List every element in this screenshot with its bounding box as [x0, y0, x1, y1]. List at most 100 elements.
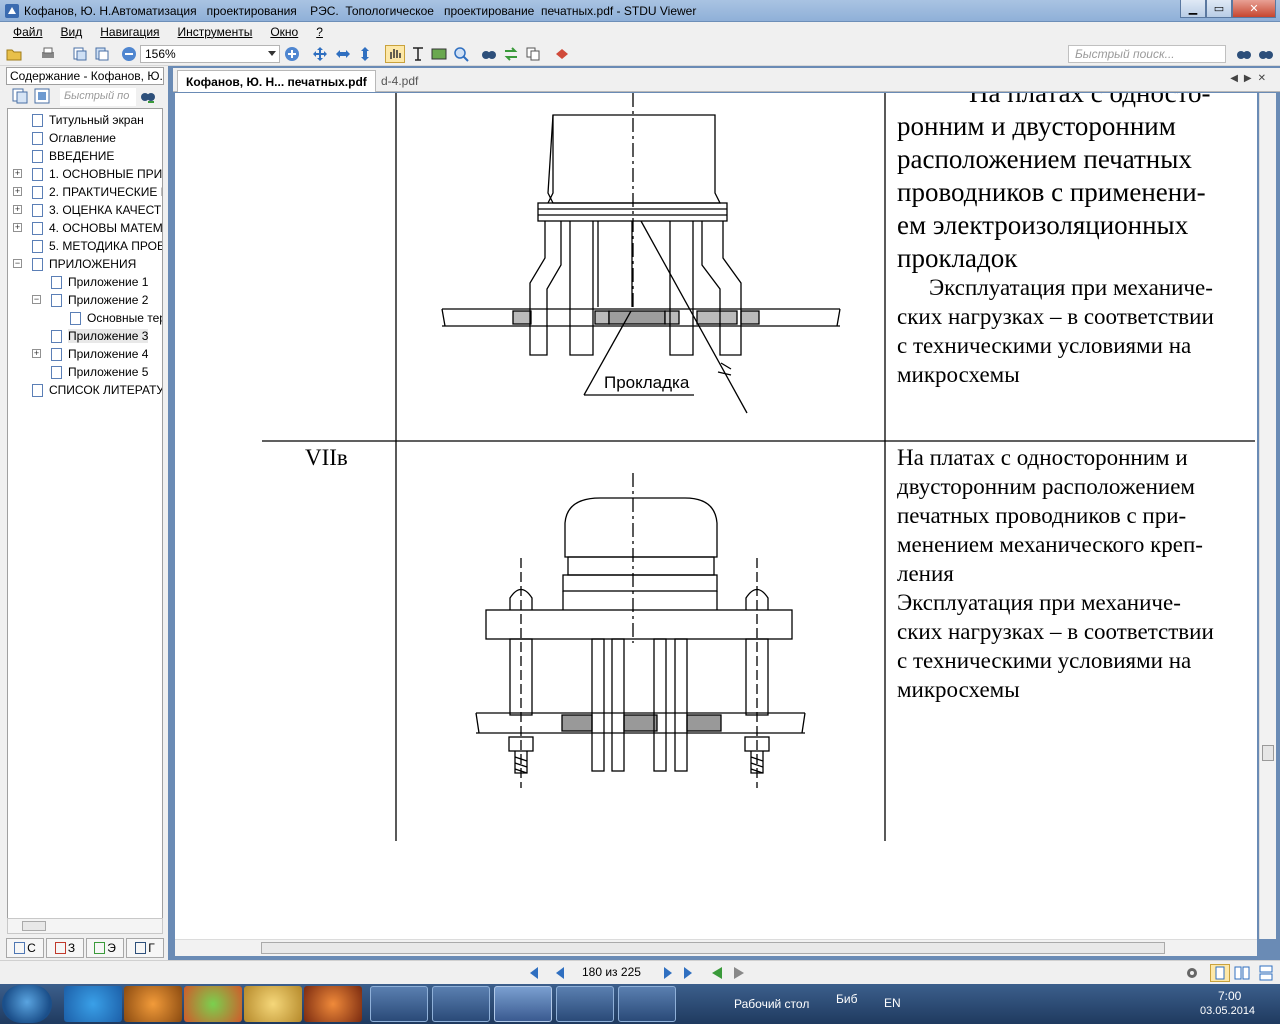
two-page-view-icon[interactable] [1234, 965, 1250, 981]
expand-icon[interactable]: + [13, 169, 22, 178]
copy-icon[interactable] [525, 46, 541, 62]
explorer-icon[interactable] [244, 986, 302, 1022]
page-next-icon[interactable] [94, 46, 110, 62]
horizontal-scrollbar[interactable] [175, 939, 1257, 956]
menu-window[interactable]: Окно [261, 25, 307, 39]
tab-search[interactable]: Г [126, 938, 164, 958]
close-button[interactable]: ✕ [1232, 0, 1276, 18]
tree-item-basic-terms[interactable]: Основные тер [70, 309, 162, 327]
tree-item-appendix-5[interactable]: Приложение 5 [51, 363, 148, 381]
word-icon[interactable] [432, 986, 490, 1022]
prev-page-icon[interactable] [556, 967, 564, 979]
editor-app-icon[interactable] [618, 986, 676, 1022]
contents-find-icon[interactable] [140, 88, 156, 104]
menu-navigation[interactable]: Навигация [91, 25, 168, 39]
expand-icon[interactable]: + [13, 205, 22, 214]
compass-app-icon[interactable] [556, 986, 614, 1022]
open-folder-icon[interactable] [6, 46, 22, 62]
maximize-button[interactable]: ▭ [1206, 0, 1232, 18]
menu-view[interactable]: Вид [52, 25, 92, 39]
tree-item-appendix-2[interactable]: − Приложение 2 [32, 291, 148, 309]
select-text-icon[interactable] [410, 46, 426, 62]
menu-help[interactable]: ? [307, 25, 332, 39]
contents-horizontal-scrollbar[interactable] [7, 918, 163, 934]
expand-icon[interactable]: + [32, 349, 41, 358]
tree-item-chapter-1[interactable]: +1. ОСНОВНЫЕ ПРИН [13, 165, 162, 183]
stdu-viewer-icon[interactable] [494, 986, 552, 1022]
tab-thumbnails[interactable]: Э [86, 938, 124, 958]
quick-search-input[interactable]: Быстрый поиск... [1068, 45, 1226, 63]
tree-item-chapter-4[interactable]: +4. ОСНОВЫ МАТЕМ. [13, 219, 162, 237]
expand-icon[interactable]: + [13, 187, 22, 196]
tab-document-d4[interactable]: d-4.pdf [373, 70, 426, 92]
zoom-select[interactable]: 156% [140, 45, 280, 63]
zoom-out-icon[interactable] [121, 46, 137, 62]
clock-time[interactable]: 7:00 [1218, 989, 1241, 1003]
desktop-toolbar-label[interactable]: Рабочий стол [734, 997, 809, 1011]
expand-icon[interactable]: + [13, 223, 22, 232]
tree-item-appendices[interactable]: − ПРИЛОЖЕНИЯ [13, 255, 136, 273]
sync-icon[interactable] [503, 46, 519, 62]
menu-tools[interactable]: Инструменты [169, 25, 262, 39]
matlab-icon[interactable] [304, 986, 362, 1022]
tree-item-chapter-3[interactable]: +3. ОЦЕНКА КАЧЕСТВ [13, 201, 162, 219]
menu-file[interactable]: Файл [4, 25, 52, 39]
tree-item-appendix-3[interactable]: Приложение 3 [51, 327, 149, 345]
chrome-icon[interactable] [184, 986, 242, 1022]
tree-item-chapter-2[interactable]: +2. ПРАКТИЧЕСКИЕ Р [13, 183, 162, 201]
bookmark-add-icon[interactable] [554, 46, 570, 62]
search-prev-icon[interactable] [1236, 46, 1252, 62]
contents-panel-title[interactable]: Содержание - Кофанов, Ю. [6, 67, 164, 85]
tree-item-introduction[interactable]: ВВЕДЕНИЕ [32, 147, 114, 165]
tree-item-toc[interactable]: Оглавление [32, 129, 116, 147]
print-icon[interactable] [40, 46, 56, 62]
scrollbar-thumb[interactable] [1262, 745, 1274, 761]
folder-toolbar-label[interactable]: Биб [836, 992, 857, 1006]
forward-icon[interactable] [734, 967, 744, 979]
collapse-icon[interactable]: − [13, 259, 22, 268]
tree-item-appendix-4[interactable]: + Приложение 4 [32, 345, 148, 363]
fit-page-icon[interactable] [312, 46, 328, 62]
tab-navigation[interactable]: ◀▶✕ [1230, 73, 1272, 84]
minimize-button[interactable]: ▁ [1180, 0, 1206, 18]
start-button[interactable] [2, 985, 52, 1023]
tab-document-active[interactable]: Кофанов, Ю. Н... печатных.pdf [177, 70, 376, 92]
save-app-icon[interactable] [370, 986, 428, 1022]
scrollbar-thumb[interactable] [22, 921, 46, 931]
top-exploitation: Эксплуатация при механиче- ских нагрузка… [897, 275, 1214, 387]
first-page-icon[interactable] [530, 967, 538, 979]
vertical-scrollbar[interactable] [1259, 93, 1276, 939]
tree-item-chapter-5[interactable]: 5. МЕТОДИКА ПРОЕ [32, 237, 162, 255]
find-icon[interactable] [481, 46, 497, 62]
zoom-in-icon[interactable] [284, 46, 300, 62]
search-next-icon[interactable] [1258, 46, 1274, 62]
fit-width-icon[interactable] [335, 46, 351, 62]
hand-tool-icon[interactable] [385, 45, 405, 63]
expand-all-icon[interactable] [12, 88, 28, 104]
clock-date[interactable]: 03.05.2014 [1200, 1005, 1255, 1017]
media-player-icon[interactable] [124, 986, 182, 1022]
tree-item-bibliography[interactable]: СПИСОК ЛИТЕРАТУ [32, 381, 162, 399]
fit-height-icon[interactable] [357, 46, 373, 62]
back-icon[interactable] [712, 967, 722, 979]
language-indicator[interactable]: EN [884, 996, 901, 1010]
settings-icon[interactable] [1184, 965, 1200, 981]
collapse-icon[interactable]: − [32, 295, 41, 304]
next-page-icon[interactable] [664, 967, 672, 979]
last-page-icon[interactable] [684, 967, 692, 979]
internet-explorer-icon[interactable] [64, 986, 122, 1022]
tab-bookmarks[interactable]: З [46, 938, 84, 958]
tree-item-appendix-1[interactable]: Приложение 1 [51, 273, 148, 291]
document-icon [32, 149, 43, 163]
single-page-view-icon[interactable] [1210, 964, 1230, 982]
contents-search-input[interactable]: Быстрый по [60, 88, 136, 106]
collapse-all-icon[interactable] [34, 88, 50, 104]
page-prev-icon[interactable] [72, 46, 88, 62]
document-icon [32, 185, 43, 199]
scrollbar-thumb[interactable] [261, 942, 1165, 954]
zoom-area-icon[interactable] [453, 46, 469, 62]
snapshot-icon[interactable] [431, 46, 447, 62]
continuous-view-icon[interactable] [1258, 965, 1274, 981]
tab-contents[interactable]: С [6, 938, 44, 958]
tree-item-title-screen[interactable]: Титульный экран [32, 111, 144, 129]
